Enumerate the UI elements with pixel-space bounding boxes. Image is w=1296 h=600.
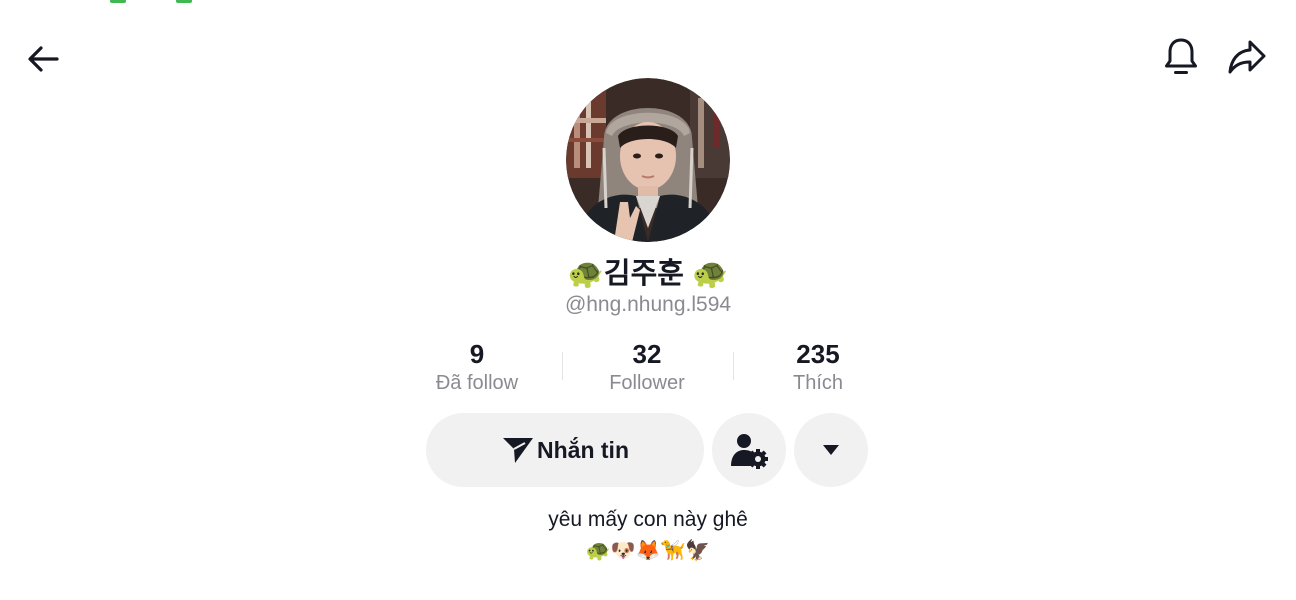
stats-row: 9 Đã follow 32 Follower 235 Thích — [392, 338, 904, 398]
back-button[interactable] — [20, 36, 66, 82]
username: @hng.nhung.l594 — [564, 293, 732, 316]
stat-label: Đã follow — [435, 372, 519, 394]
profile-settings-button[interactable] — [712, 413, 786, 487]
bell-icon — [1165, 38, 1197, 74]
strip-mark — [176, 0, 192, 3]
profile-page: 🐢김주훈 🐢 @hng.nhung.l594 9 Đã follow 32 Fo… — [0, 0, 1296, 600]
display-name: 🐢김주훈 🐢 — [567, 258, 729, 290]
avatar[interactable] — [566, 78, 730, 242]
stat-label: Follower — [609, 372, 685, 394]
bio-text: yêu mấy con này ghê — [548, 508, 748, 531]
share-arrow-icon — [1228, 40, 1266, 74]
person-gear-icon — [731, 434, 768, 469]
stat-likes[interactable]: 235 Thích — [733, 338, 903, 396]
message-label: Nhắn tin — [537, 436, 629, 463]
share-button[interactable] — [1224, 34, 1270, 80]
bio-emojis: 🐢🐶🦊🦮🦅 — [585, 540, 711, 562]
caret-down-icon — [823, 445, 839, 455]
stat-value: 9 — [469, 339, 485, 369]
stat-value: 32 — [632, 339, 662, 369]
stat-value: 235 — [796, 339, 840, 369]
status-strip — [110, 0, 200, 4]
more-dropdown-button[interactable] — [794, 413, 868, 487]
stat-followers[interactable]: 32 Follower — [562, 338, 732, 396]
stat-following[interactable]: 9 Đã follow — [392, 338, 562, 396]
stat-label: Thích — [792, 372, 844, 394]
avatar-photo — [566, 78, 730, 242]
message-button[interactable]: Nhắn tin — [426, 413, 704, 487]
send-plane-icon — [503, 438, 533, 463]
strip-mark — [110, 0, 126, 3]
notification-button[interactable] — [1158, 34, 1204, 80]
arrow-left-icon — [28, 46, 59, 72]
